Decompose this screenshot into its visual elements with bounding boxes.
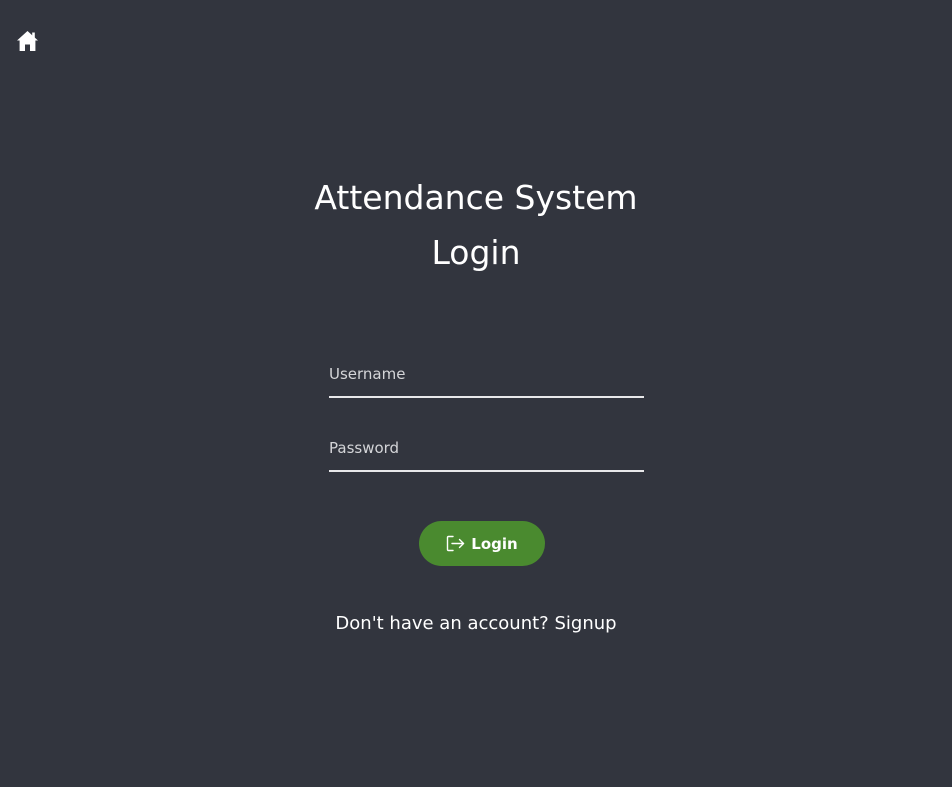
home-link[interactable] — [16, 30, 39, 52]
app-title: Attendance System — [314, 178, 638, 217]
password-input[interactable] — [329, 434, 644, 472]
home-icon — [16, 30, 39, 52]
login-button-label: Login — [471, 534, 518, 553]
login-button[interactable]: Login — [419, 521, 545, 566]
password-field-wrapper — [329, 434, 644, 472]
username-field-wrapper — [329, 360, 644, 398]
signup-link[interactable]: Signup — [554, 613, 616, 634]
signup-prompt-text: Don't have an account? — [335, 613, 549, 634]
signup-prompt: Don't have an account? Signup — [0, 612, 952, 636]
username-input[interactable] — [329, 360, 644, 398]
page-title: Login — [431, 233, 521, 272]
sign-in-icon — [446, 535, 465, 552]
